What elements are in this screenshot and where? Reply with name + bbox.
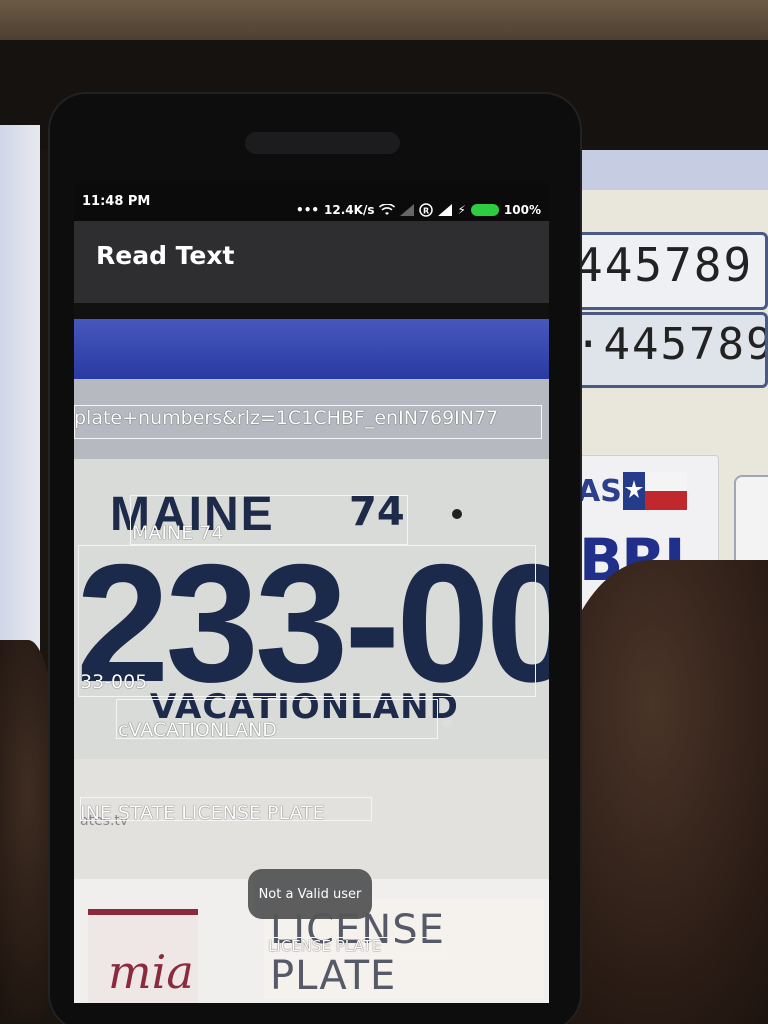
monitor-blue-header <box>74 319 549 379</box>
photo-scene: 445789 ·445789 AS BRI 11:48 PM ••• 12.4K… <box>0 0 768 1024</box>
phone-screen: 11:48 PM ••• 12.4K/s R ⚡ 100% Read Text … <box>74 183 549 1003</box>
registered-icon: R <box>419 203 434 217</box>
ocr-text: LICENSE PLATE <box>268 937 382 955</box>
wifi-icon <box>379 204 396 215</box>
phone-speaker <box>245 132 400 154</box>
ocr-text: cVACATIONLAND <box>118 719 277 741</box>
ocr-text: MAINE 74 <box>132 522 224 544</box>
signal-icon <box>438 204 453 216</box>
network-speed: 12.4K/s <box>324 203 375 217</box>
mia-text: mia <box>108 945 194 999</box>
ocr-text: INE STATE LICENSE PLATE <box>80 802 325 824</box>
status-bar: 11:48 PM ••• 12.4K/s R ⚡ 100% <box>74 183 549 225</box>
toast-text: Not a Valid user <box>258 886 362 902</box>
mia-image: mia <box>88 909 198 1003</box>
background-plate-2-text: ·445789 <box>575 319 768 370</box>
plate-bolt-hole <box>452 509 462 519</box>
app-title: Read Text <box>96 241 235 270</box>
background-plate-1-text: 445789 <box>575 238 754 292</box>
background-plate-1: 445789 <box>572 232 768 310</box>
signal-icon <box>400 204 415 216</box>
battery-level: 100% <box>503 203 541 217</box>
texas-flag-icon <box>623 472 687 510</box>
browser-url-band <box>578 150 768 190</box>
ocr-text: plate+numbers&rlz=1C1CHBF_enIN769IN77 <box>74 407 499 429</box>
battery-icon <box>470 204 499 216</box>
background-plate-2: ·445789 <box>572 312 768 388</box>
status-icons: ••• 12.4K/s R ⚡ 100% <box>296 203 541 217</box>
toast-message: Not a Valid user <box>248 869 372 919</box>
app-bar: Read Text <box>74 221 549 303</box>
more-dots-icon: ••• <box>296 203 320 217</box>
texas-plate-top-text: AS <box>577 474 622 509</box>
charging-icon: ⚡ <box>457 203 466 217</box>
status-time: 11:48 PM <box>82 194 151 209</box>
ocr-text: 33-005 <box>80 671 148 693</box>
svg-text:R: R <box>423 207 429 216</box>
